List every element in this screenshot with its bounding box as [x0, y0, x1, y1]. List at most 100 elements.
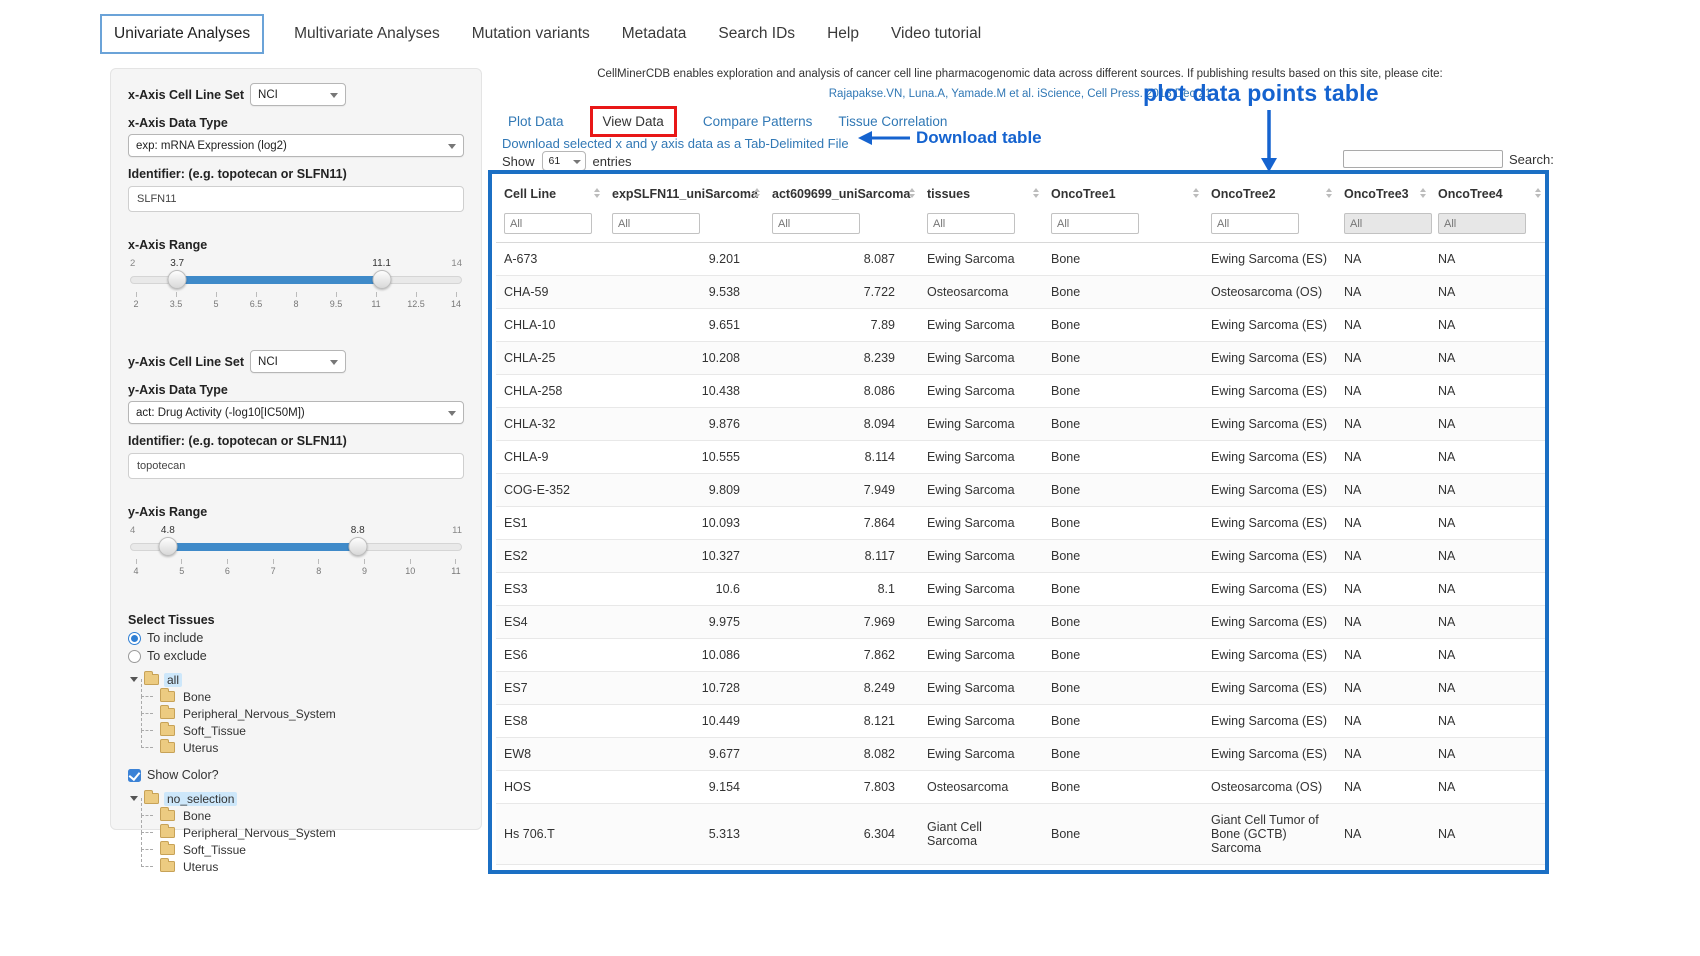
tab-help[interactable]: Help [825, 16, 861, 52]
filter-oncotree3[interactable] [1344, 213, 1432, 234]
citation-reference-link[interactable]: Rajapakse.VN, Luna.A, Yamade.M et al. iS… [492, 88, 1548, 100]
include-tissue-tree: all Bone Peripheral_Nervous_System Soft_… [130, 671, 464, 756]
y-axis-cell-line-set-select[interactable]: NCI [250, 350, 346, 373]
filter-tissues[interactable] [927, 213, 1015, 234]
table-row[interactable]: EW89.6778.082Ewing SarcomaBoneEwing Sarc… [496, 738, 1545, 771]
tree-node-peripheral-nervous-system[interactable]: Peripheral_Nervous_System [130, 824, 464, 841]
column-header-oncotree1[interactable]: OncoTree1 [1043, 176, 1203, 210]
filter-cell-line[interactable] [504, 213, 592, 234]
sort-icon[interactable] [754, 188, 760, 198]
folder-icon [160, 861, 175, 872]
column-header-expslfn11[interactable]: expSLFN11_uniSarcoma [604, 176, 764, 210]
column-header-oncotree3[interactable]: OncoTree3 [1336, 176, 1430, 210]
table-row[interactable]: HOS9.1547.803OsteosarcomaBoneOsteosarcom… [496, 771, 1545, 804]
sort-icon[interactable] [1420, 188, 1426, 198]
tree-node-uterus[interactable]: Uterus [130, 739, 464, 756]
table-cell: Ewing Sarcoma [919, 738, 1043, 771]
tree-node-no-selection[interactable]: no_selection [130, 790, 464, 807]
filter-act609699[interactable] [772, 213, 860, 234]
folder-icon [160, 708, 175, 719]
filter-oncotree1[interactable] [1051, 213, 1139, 234]
table-row[interactable]: ES310.68.1Ewing SarcomaBoneEwing Sarcoma… [496, 573, 1545, 606]
filter-oncotree4[interactable] [1438, 213, 1526, 234]
sort-icon[interactable] [1193, 188, 1199, 198]
table-row[interactable]: CHLA-2510.2088.239Ewing SarcomaBoneEwing… [496, 342, 1545, 375]
table-row[interactable]: Hs 706.T5.3136.304Giant Cell SarcomaBone… [496, 804, 1545, 865]
exclude-tissue-tree: no_selection Bone Peripheral_Nervous_Sys… [130, 790, 464, 875]
table-row[interactable]: A-6739.2018.087Ewing SarcomaBoneEwing Sa… [496, 243, 1545, 276]
table-cell: Ewing Sarcoma [919, 441, 1043, 474]
show-entries-control: Show 61 entries [502, 151, 632, 171]
y-slider-handle-high[interactable] [348, 537, 367, 556]
y-axis-range-slider[interactable]: 4 11 4.8 8.8 4 5 6 7 8 9 10 11 [130, 525, 462, 583]
column-header-cell-line[interactable]: Cell Line [496, 176, 604, 210]
table-row[interactable]: ES210.3278.117Ewing SarcomaBoneEwing Sar… [496, 540, 1545, 573]
table-row[interactable]: CHLA-329.8768.094Ewing SarcomaBoneEwing … [496, 408, 1545, 441]
column-header-oncotree4[interactable]: OncoTree4 [1430, 176, 1545, 210]
filter-expslfn11[interactable] [612, 213, 700, 234]
tree-node-peripheral-nervous-system[interactable]: Peripheral_Nervous_System [130, 705, 464, 722]
sort-icon[interactable] [1326, 188, 1332, 198]
x-axis-data-type-select[interactable]: exp: mRNA Expression (log2) [128, 134, 464, 157]
subtab-view-data[interactable]: View Data [603, 114, 664, 129]
tree-node-soft-tissue[interactable]: Soft_Tissue [130, 722, 464, 739]
table-cell: Ewing Sarcoma (ES) [1203, 705, 1336, 738]
table-cell: Ewing Sarcoma (ES) [1203, 507, 1336, 540]
table-row[interactable]: COG-E-3529.8097.949Ewing SarcomaBoneEwin… [496, 474, 1545, 507]
column-header-act609699[interactable]: act609699_uniSarcoma [764, 176, 919, 210]
table-row[interactable]: ES810.4498.121Ewing SarcomaBoneEwing Sar… [496, 705, 1545, 738]
tree-caret-icon[interactable] [130, 796, 138, 801]
y-identifier-input[interactable] [128, 453, 464, 479]
subtab-tissue-correlation[interactable]: Tissue Correlation [838, 114, 947, 129]
column-header-tissues[interactable]: tissues [919, 176, 1043, 210]
x-axis-data-type-value: exp: mRNA Expression (log2) [136, 140, 287, 152]
sort-icon[interactable] [594, 188, 600, 198]
tree-node-bone[interactable]: Bone [130, 688, 464, 705]
table-cell: CHLA-25 [496, 342, 604, 375]
x-slider-handle-low[interactable] [168, 270, 187, 289]
table-row[interactable]: CHLA-910.5558.114Ewing SarcomaBoneEwing … [496, 441, 1545, 474]
x-slider-handle-high[interactable] [372, 270, 391, 289]
x-axis-range-slider[interactable]: 2 14 3.7 11.1 2 3.5 5 6.5 8 9.5 11 12.5 … [130, 258, 462, 316]
y-tick: 5 [176, 559, 188, 576]
table-row[interactable]: CHA-599.5387.722OsteosarcomaBoneOsteosar… [496, 276, 1545, 309]
table-row[interactable]: CHLA-109.6517.89Ewing SarcomaBoneEwing S… [496, 309, 1545, 342]
tree-node-soft-tissue[interactable]: Soft_Tissue [130, 841, 464, 858]
column-header-oncotree2[interactable]: OncoTree2 [1203, 176, 1336, 210]
tree-node-all[interactable]: all [130, 671, 464, 688]
table-cell: NA [1336, 804, 1430, 865]
tree-node-uterus[interactable]: Uterus [130, 858, 464, 875]
tree-node-bone[interactable]: Bone [130, 807, 464, 824]
table-row[interactable]: ES110.0937.864Ewing SarcomaBoneEwing Sar… [496, 507, 1545, 540]
search-input[interactable] [1343, 150, 1503, 168]
entries-count-select[interactable]: 61 [542, 151, 586, 171]
table-cell: CHLA-258 [496, 375, 604, 408]
tab-univariate-analyses[interactable]: Univariate Analyses [100, 14, 264, 54]
table-row[interactable]: Hu098.7337.97OsteosarcomaBoneOsteosarcom… [496, 865, 1545, 875]
table-row[interactable]: ES49.9757.969Ewing SarcomaBoneEwing Sarc… [496, 606, 1545, 639]
table-row[interactable]: ES610.0867.862Ewing SarcomaBoneEwing Sar… [496, 639, 1545, 672]
x-axis-cell-line-set-select[interactable]: NCI [250, 83, 346, 106]
y-slider-handle-low[interactable] [158, 537, 177, 556]
filter-oncotree2[interactable] [1211, 213, 1299, 234]
download-tab-delimited-link[interactable]: Download selected x and y axis data as a… [502, 136, 849, 151]
tab-video-tutorial[interactable]: Video tutorial [889, 16, 983, 52]
table-row[interactable]: ES710.7288.249Ewing SarcomaBoneEwing Sar… [496, 672, 1545, 705]
tissues-include-radio[interactable]: To include [128, 631, 464, 645]
show-color-checkbox[interactable]: Show Color? [128, 768, 464, 782]
subtab-plot-data[interactable]: Plot Data [508, 114, 564, 129]
sort-icon[interactable] [1535, 188, 1541, 198]
subtab-compare-patterns[interactable]: Compare Patterns [703, 114, 813, 129]
tab-multivariate-analyses[interactable]: Multivariate Analyses [292, 16, 442, 52]
tissues-exclude-radio[interactable]: To exclude [128, 649, 464, 663]
tab-mutation-variants[interactable]: Mutation variants [470, 16, 592, 52]
tree-caret-icon[interactable] [130, 677, 138, 682]
sort-icon[interactable] [909, 188, 915, 198]
table-row[interactable]: CHLA-25810.4388.086Ewing SarcomaBoneEwin… [496, 375, 1545, 408]
tab-metadata[interactable]: Metadata [620, 16, 689, 52]
y-axis-data-type-select[interactable]: act: Drug Activity (-log10[IC50M]) [128, 401, 464, 424]
sort-icon[interactable] [1033, 188, 1039, 198]
y-axis-range-label: y-Axis Range [128, 505, 464, 519]
x-identifier-input[interactable] [128, 186, 464, 212]
tab-search-ids[interactable]: Search IDs [716, 16, 797, 52]
